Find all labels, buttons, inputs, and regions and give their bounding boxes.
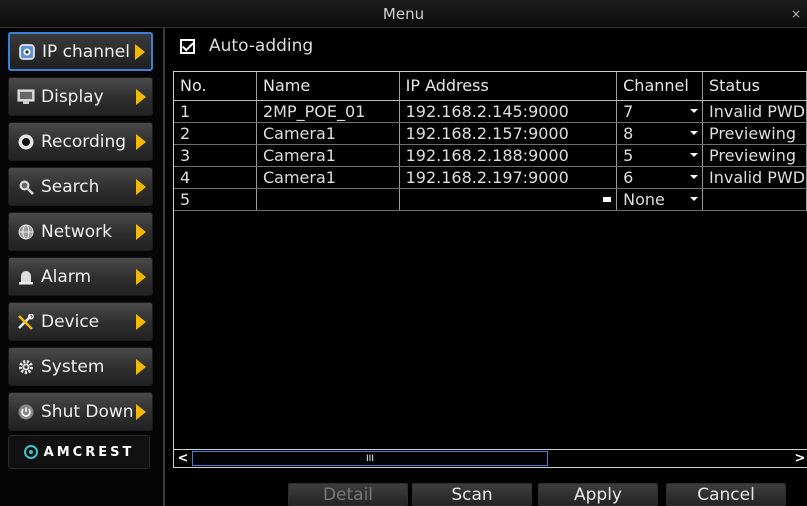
table-row[interactable]: 5 None [174, 188, 807, 211]
chevron-right-icon [136, 403, 146, 420]
cell-name: Camera1 [256, 122, 400, 145]
auto-adding-checkbox[interactable] [180, 38, 195, 54]
table-row[interactable]: 1 2MP_POE_01 192.168.2.145:9000 7 Invali… [174, 100, 807, 123]
cell-no: 1 [174, 100, 257, 123]
cancel-button[interactable]: Cancel [666, 483, 786, 506]
channel-select[interactable]: 8 [616, 122, 703, 145]
auto-adding-row: Auto-adding [180, 35, 313, 57]
dropdown-arrow-icon [689, 152, 698, 157]
scroll-left-icon[interactable]: < [176, 451, 190, 466]
ip-input[interactable] [399, 188, 618, 211]
sidebar-item-display[interactable]: Display [8, 77, 153, 116]
column-header-ip: IP Address [399, 72, 618, 101]
ip-camera-icon [18, 43, 36, 61]
sidebar-item-shut-down[interactable]: Shut Down [8, 392, 153, 431]
gear-icon [17, 358, 35, 376]
horizontal-scrollbar[interactable]: < III > [174, 449, 807, 467]
column-header-channel: Channel [616, 72, 703, 101]
chevron-right-icon [136, 223, 146, 240]
power-icon [17, 403, 35, 421]
cell-ip: 192.168.2.197:9000 [399, 166, 618, 189]
cell-status: Invalid PWD [702, 166, 807, 189]
table-row[interactable]: 4 Camera1 192.168.2.197:9000 6 Invalid P… [174, 166, 807, 189]
cell-no: 4 [174, 166, 257, 189]
scan-button[interactable]: Scan [412, 483, 532, 506]
cell-name: Camera1 [256, 144, 400, 167]
apply-button[interactable]: Apply [538, 483, 658, 506]
sidebar-divider [163, 28, 165, 506]
dropdown-arrow-icon [689, 174, 698, 179]
close-icon[interactable]: × [791, 0, 801, 28]
monitor-icon [17, 88, 35, 106]
logo-icon [23, 445, 38, 459]
detail-button[interactable]: Detail [288, 483, 408, 506]
logo-text: AMCREST [43, 444, 135, 460]
sidebar-item-search[interactable]: Search [8, 167, 153, 206]
cell-no: 2 [174, 122, 257, 145]
channel-value: None [623, 189, 665, 209]
sidebar-item-ip-channel[interactable]: IP channel [8, 32, 153, 71]
channel-value: 8 [623, 123, 634, 143]
channel-select[interactable]: None [616, 188, 703, 211]
cell-ip: 192.168.2.145:9000 [399, 100, 618, 123]
channel-value: 6 [623, 167, 634, 187]
ip-channel-table: No. Name IP Address Channel Status 1 2MP… [173, 71, 807, 468]
search-icon [17, 178, 35, 196]
table-header-row: No. Name IP Address Channel Status [174, 72, 807, 101]
cell-no: 3 [174, 144, 257, 167]
dropdown-arrow-icon [689, 108, 698, 113]
sidebar: IP channel Display Recording Search Netw… [0, 28, 162, 506]
channel-select[interactable]: 5 [616, 144, 703, 167]
cell-name: 2MP_POE_01 [256, 100, 400, 123]
scroll-right-icon[interactable]: > [793, 451, 807, 466]
channel-select[interactable]: 7 [616, 100, 703, 123]
sidebar-item-device[interactable]: Device [8, 302, 153, 341]
cell-status [702, 188, 807, 211]
window-titlebar: Menu × [0, 0, 807, 28]
dropdown-arrow-icon [689, 196, 698, 201]
column-header-status: Status [702, 72, 807, 101]
channel-value: 7 [623, 101, 634, 121]
chevron-right-icon [136, 88, 146, 105]
brand-logo: AMCREST [8, 435, 150, 469]
cell-status: Previewing [702, 122, 807, 145]
cell-name[interactable] [256, 188, 400, 211]
chevron-right-icon [135, 43, 145, 60]
cell-status: Invalid PWD [702, 100, 807, 123]
sidebar-item-alarm[interactable]: Alarm [8, 257, 153, 296]
sidebar-item-network[interactable]: Network [8, 212, 153, 251]
tools-icon [17, 313, 35, 331]
cell-no: 5 [174, 188, 257, 211]
cell-ip: 192.168.2.157:9000 [399, 122, 618, 145]
table-row[interactable]: 2 Camera1 192.168.2.157:9000 8 Previewin… [174, 122, 807, 145]
scrollbar-thumb[interactable]: III [192, 451, 548, 466]
column-header-name: Name [256, 72, 400, 101]
alarm-icon [17, 268, 35, 286]
window-title: Menu [382, 5, 425, 23]
cell-status: Previewing [702, 144, 807, 167]
chevron-right-icon [136, 133, 146, 150]
chevron-right-icon [136, 313, 146, 330]
sidebar-item-system[interactable]: System [8, 347, 153, 386]
channel-value: 5 [623, 145, 634, 165]
cell-name: Camera1 [256, 166, 400, 189]
cell-ip: 192.168.2.188:9000 [399, 144, 618, 167]
chevron-right-icon [136, 358, 146, 375]
chevron-right-icon [136, 268, 146, 285]
column-header-no: No. [174, 72, 257, 101]
dropdown-arrow-icon [689, 130, 698, 135]
edit-icon[interactable] [603, 196, 612, 202]
chevron-right-icon [136, 178, 146, 195]
channel-select[interactable]: 6 [616, 166, 703, 189]
globe-icon [17, 223, 35, 241]
sidebar-item-recording[interactable]: Recording [8, 122, 153, 161]
record-icon [17, 133, 35, 151]
table-row[interactable]: 3 Camera1 192.168.2.188:9000 5 Previewin… [174, 144, 807, 167]
auto-adding-label: Auto-adding [209, 36, 314, 56]
